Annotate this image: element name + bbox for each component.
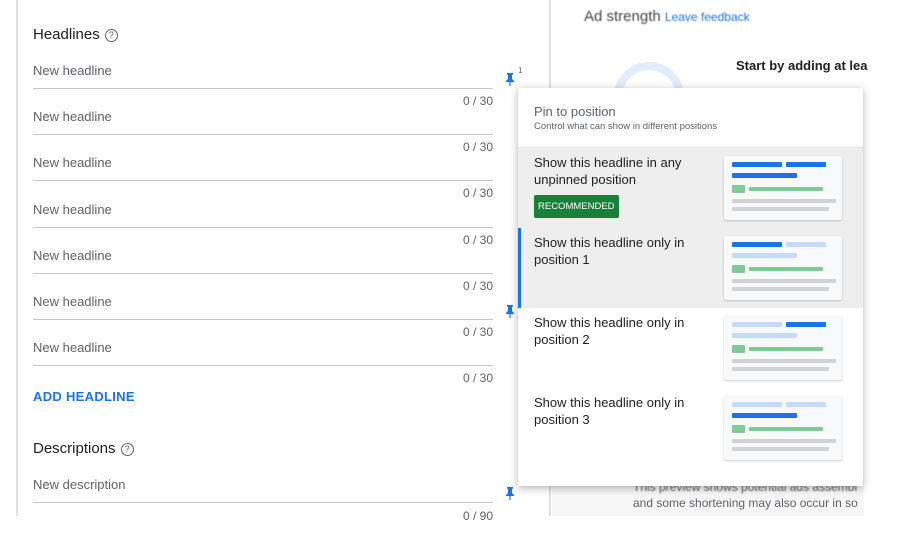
char-counter: 0 / 30 xyxy=(462,94,493,108)
field-underline xyxy=(33,502,493,503)
ad-badge xyxy=(732,185,745,193)
headlines-title: Headlines xyxy=(33,26,100,43)
field-underline xyxy=(33,226,493,228)
headline-slot-3 xyxy=(732,173,797,178)
description-line xyxy=(732,287,829,291)
descriptions-heading: Descriptions? xyxy=(33,440,134,457)
ad-preview-thumbnail xyxy=(724,316,842,380)
pin-to-position-popup: Pin to position Control what can show in… xyxy=(518,88,863,486)
url-line xyxy=(749,267,823,271)
leave-feedback-link[interactable]: Leave feedback xyxy=(665,10,750,24)
add-headline-button[interactable]: ADD HEADLINE xyxy=(33,389,135,404)
option-label: Show this headline only in position 2 xyxy=(534,315,685,347)
ad-preview-thumbnail xyxy=(724,156,842,220)
pin-position-badge: 1 xyxy=(518,66,523,75)
field-underline xyxy=(33,319,493,320)
field-underline xyxy=(33,180,493,182)
option-label: Show this headline only in position 1 xyxy=(534,235,685,267)
description-line xyxy=(732,359,836,363)
ad-preview-thumbnail xyxy=(724,236,842,300)
description-line xyxy=(732,439,836,443)
field-underline xyxy=(33,88,493,89)
description-input[interactable]: New description xyxy=(33,477,493,492)
headline-slot-1 xyxy=(732,162,782,167)
headline-slot-3 xyxy=(732,253,797,258)
url-line xyxy=(749,347,823,351)
char-counter: 0 / 90 xyxy=(462,509,493,523)
pin-option-1[interactable]: Show this headline only in position 1 xyxy=(518,228,863,308)
help-circle-icon[interactable]: ? xyxy=(104,29,118,42)
pin-icon[interactable] xyxy=(505,487,515,500)
ad-badge xyxy=(732,265,745,273)
description-line xyxy=(732,367,829,371)
headline-slot-3 xyxy=(732,333,797,338)
char-counter: 0 / 30 xyxy=(462,371,493,386)
field-underline xyxy=(33,134,493,136)
headline-slot-2 xyxy=(786,402,826,407)
headline-input[interactable]: New headline xyxy=(33,340,493,355)
pin-option-2[interactable]: Show this headline only in position 2 xyxy=(518,308,863,388)
ad-preview-thumbnail xyxy=(724,396,842,460)
option-label: Show this headline only in position 3 xyxy=(534,395,685,427)
headline-slot-1 xyxy=(732,242,782,247)
description-line xyxy=(732,279,836,283)
descriptions-title: Descriptions xyxy=(33,440,116,457)
url-line xyxy=(749,187,823,191)
headline-input[interactable]: New headline xyxy=(33,63,493,78)
headline-slot-2 xyxy=(786,162,826,167)
url-line xyxy=(749,427,823,431)
ad-badge xyxy=(732,345,745,353)
headline-input[interactable]: New headline xyxy=(33,294,493,309)
headline-slot-1 xyxy=(732,322,782,327)
field-underline xyxy=(33,365,493,367)
headline-input[interactable]: New headline xyxy=(33,248,493,263)
headline-slot-1 xyxy=(732,402,782,407)
headlines-heading: Headlines? xyxy=(33,26,118,43)
headline-input[interactable]: New headline xyxy=(33,202,493,217)
popup-subtitle: Control what can show in different posit… xyxy=(534,121,718,132)
pin-icon[interactable] xyxy=(505,73,515,86)
description-line xyxy=(732,199,836,203)
description-line xyxy=(732,447,829,451)
headline-slot-2 xyxy=(786,242,826,247)
description-line xyxy=(732,207,829,211)
selected-indicator xyxy=(518,228,521,308)
field-underline xyxy=(33,272,493,274)
pin-icon[interactable] xyxy=(505,305,515,318)
char-counter: 0 / 30 xyxy=(462,186,493,201)
headline-slot-2 xyxy=(786,322,826,327)
recommended-badge: RECOMMENDED xyxy=(534,195,619,218)
help-circle-icon[interactable]: ? xyxy=(120,443,134,456)
headline-slot-3 xyxy=(732,413,797,418)
pin-option-0[interactable]: Show this headline in any unpinned posit… xyxy=(518,148,863,228)
ad-badge xyxy=(732,425,745,433)
popup-title: Pin to position xyxy=(534,104,616,119)
char-counter: 0 / 30 xyxy=(462,232,493,247)
pin-option-3[interactable]: Show this headline only in position 3 xyxy=(518,388,863,468)
headline-input[interactable]: New headline xyxy=(33,155,493,170)
preview-note: and some shortening may also occur in so xyxy=(633,496,858,510)
ad-strength-label: Ad strength xyxy=(584,8,661,25)
char-counter: 0 / 30 xyxy=(462,140,493,155)
ad-strength-prompt: Start by adding at lea xyxy=(736,58,868,73)
option-label: Show this headline in any unpinned posit… xyxy=(534,155,682,187)
char-counter: 0 / 30 xyxy=(462,278,493,293)
headline-input[interactable]: New headline xyxy=(33,109,493,124)
char-counter: 0 / 30 xyxy=(462,325,493,339)
ad-strength-title: Ad strength Leave feedback xyxy=(584,8,750,25)
